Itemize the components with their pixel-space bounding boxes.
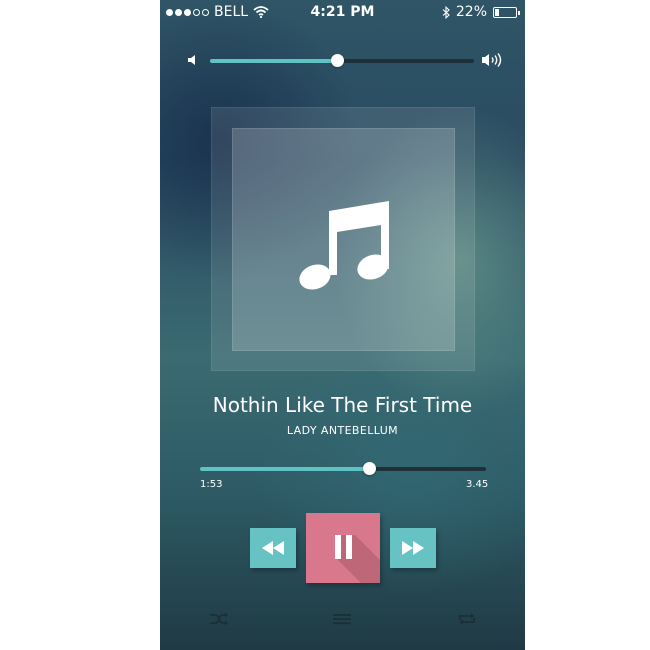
fast-forward-button[interactable] xyxy=(390,528,436,568)
repeat-icon[interactable] xyxy=(457,611,477,627)
fast-forward-icon xyxy=(402,541,424,555)
music-note-icon xyxy=(299,201,389,290)
progress-handle[interactable] xyxy=(362,462,376,475)
playback-progress-slider[interactable] xyxy=(200,462,486,475)
music-player-screen: BELL 4:21 PM 22% Nothin Like The First T… xyxy=(160,0,525,650)
artist-name: LADY ANTEBELLUM xyxy=(286,424,399,437)
pause-icon xyxy=(335,535,352,559)
battery-icon xyxy=(493,6,520,18)
album-artwork xyxy=(232,128,455,351)
battery-percent: 22% xyxy=(455,4,487,20)
list-icon[interactable] xyxy=(332,611,352,627)
total-time: 3.45 xyxy=(466,479,489,490)
speaker-low-icon[interactable] xyxy=(188,54,198,66)
pause-button[interactable] xyxy=(306,513,380,583)
speaker-high-icon[interactable] xyxy=(482,52,504,68)
song-title: Nothin Like The First Time xyxy=(212,393,473,417)
status-bar: BELL 4:21 PM 22% xyxy=(160,0,525,24)
elapsed-time: 1:53 xyxy=(200,479,223,490)
volume-slider-handle[interactable] xyxy=(330,54,344,67)
rewind-icon xyxy=(262,541,284,555)
battery-fill xyxy=(495,8,499,16)
volume-control xyxy=(160,50,525,72)
progress-fill xyxy=(200,467,369,471)
shuffle-icon[interactable] xyxy=(209,611,229,627)
bluetooth-icon xyxy=(442,5,450,19)
rewind-button[interactable] xyxy=(250,528,296,568)
album-artwork-frame xyxy=(211,107,475,371)
volume-slider-fill xyxy=(210,59,337,63)
status-right: 22% xyxy=(442,4,520,20)
volume-slider[interactable] xyxy=(210,54,474,67)
